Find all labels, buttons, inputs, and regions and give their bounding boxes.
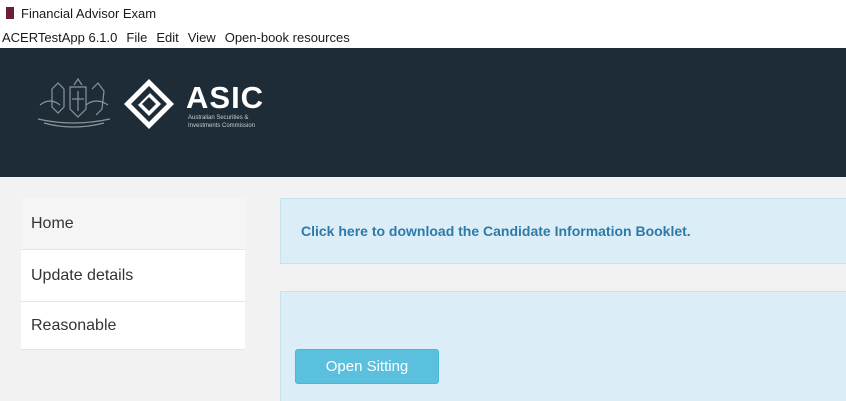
window-title: Financial Advisor Exam — [21, 5, 157, 21]
sidebar-nav: Home Update details Reasonable — [21, 198, 245, 350]
window-titlebar: Financial Advisor Exam — [0, 0, 846, 26]
sidebar-item-home[interactable]: Home — [21, 198, 245, 250]
asic-subtitle-line1: Australian Securities & — [188, 115, 249, 121]
document-icon — [6, 7, 14, 19]
download-booklet-link[interactable]: Click here to download the Candidate Inf… — [301, 223, 691, 239]
main-content: Home Update details Reasonable Click her… — [0, 177, 846, 401]
sidebar-item-reasonable[interactable]: Reasonable — [21, 302, 245, 350]
header-banner: ASIC Australian Securities & Investments… — [0, 48, 846, 177]
menu-file[interactable]: File — [126, 30, 147, 45]
asic-subtitle-line2: Investments Commission — [188, 123, 256, 129]
sidebar-item-update-details[interactable]: Update details — [21, 250, 245, 302]
asic-logo-title: ASIC — [186, 80, 265, 115]
asic-logo-subtitle: Australian Securities & Investments Comm… — [188, 114, 298, 130]
menu-app-version[interactable]: ACERTestApp 6.1.0 — [2, 30, 117, 45]
menu-view[interactable]: View — [188, 30, 216, 45]
asic-diamond-icon — [124, 79, 174, 129]
menu-edit[interactable]: Edit — [156, 30, 178, 45]
menu-open-book-resources[interactable]: Open-book resources — [225, 30, 350, 45]
download-info-panel: Click here to download the Candidate Inf… — [280, 198, 846, 264]
open-sitting-button[interactable]: Open Sitting — [295, 349, 439, 384]
sitting-panel: Open Sitting — [280, 291, 846, 401]
coat-of-arms-icon — [37, 77, 111, 128]
menubar: ACERTestApp 6.1.0 File Edit View Open-bo… — [0, 26, 846, 48]
